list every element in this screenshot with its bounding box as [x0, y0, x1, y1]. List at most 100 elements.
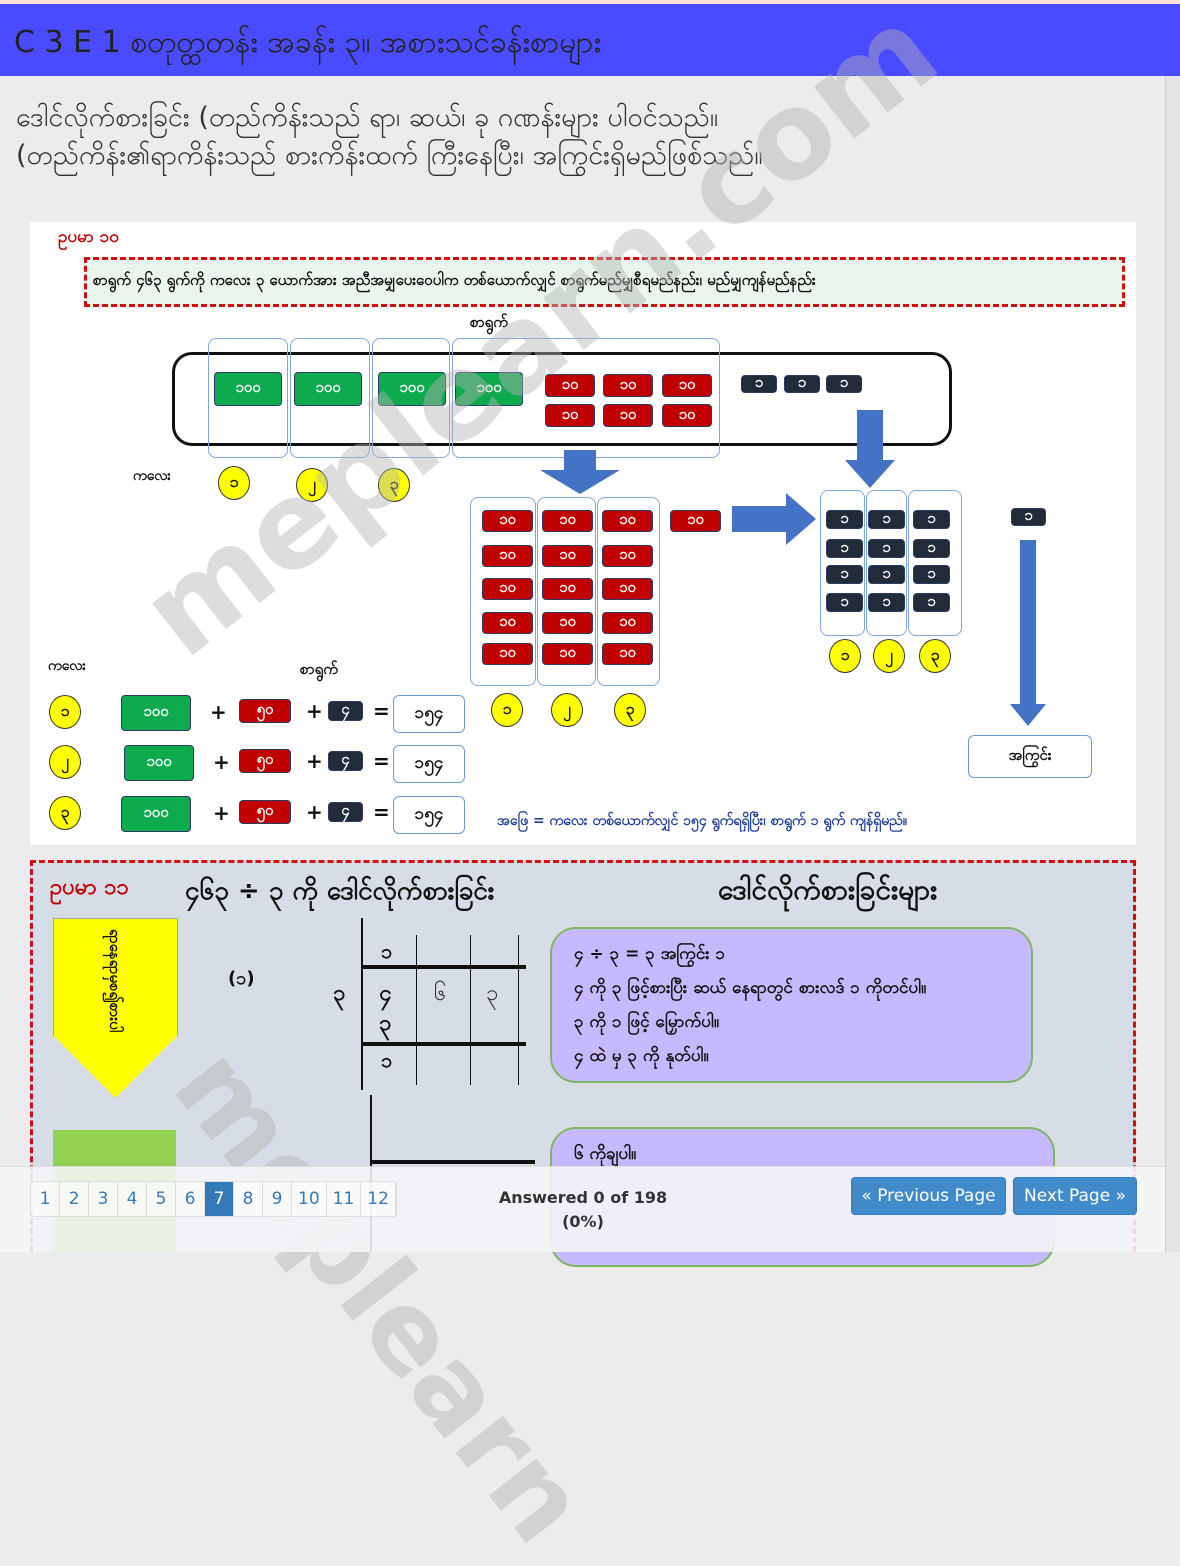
dividend-digit: ၆ [434, 981, 447, 1006]
hundred-tile: ၁၀၀ [214, 372, 282, 406]
ten-tile: ၁၀ [602, 578, 653, 600]
remainder-one-tile: ၁ [1011, 506, 1046, 526]
ten-tile: ၁၀ [482, 510, 533, 532]
progress-status: Answered 0 of 198 (0%) [480, 1186, 686, 1234]
child-circle: ၂ [49, 745, 81, 779]
hundred-tile: ၁၀၀ [121, 796, 191, 832]
page-12-link[interactable]: 12 [361, 1182, 396, 1216]
children-label: ကလေး [133, 468, 171, 484]
child-circle: ၂ [551, 693, 583, 727]
step-number: (၁) [228, 968, 255, 989]
example-10-label: ဥပမာ ၁၀ [58, 227, 119, 247]
ten-tile: ၁၀ [482, 612, 533, 634]
page-5-link[interactable]: 5 [147, 1182, 176, 1216]
ten-tile: ၁၀ [662, 404, 712, 427]
arrow-down-icon [564, 450, 596, 470]
division-bar [370, 1160, 535, 1164]
one-tile: ၁ [868, 564, 905, 584]
paper-label-2: စာရွက် [300, 660, 338, 678]
header-bar: C 3 E 1 စတုတ္ထတန်း အခန်း ၃။ အစားသင်ခန်းစ… [0, 4, 1180, 76]
fifty-tile: ၅၀ [239, 800, 291, 824]
ten-tile: ၁၀ [482, 545, 533, 567]
dividend-digit: ၄ [379, 981, 392, 1006]
scrollbar[interactable] [1165, 76, 1180, 1252]
step-1-explanation: ၄ ÷ ၃ = ၃ အကြွင်း ၁ ၄ ကို ၃ ဖြင့်စားပြီး… [550, 927, 1033, 1083]
quotient-digit: ၁ [381, 939, 393, 963]
child-circle: ၃ [614, 693, 646, 727]
page-8-link[interactable]: 8 [234, 1182, 263, 1216]
ten-tile: ၁၀ [542, 578, 593, 600]
arrow-right-icon [732, 506, 788, 532]
sum-box: ၁၅၄ [393, 695, 465, 733]
ten-tile: ၁၀ [603, 374, 653, 397]
arrow-down-icon [857, 410, 883, 462]
page-7-link[interactable]: 7 [205, 1182, 234, 1216]
one-tile: ၁ [741, 373, 777, 393]
one-tile: ၁ [868, 592, 905, 612]
one-tile: ၁ [826, 592, 863, 612]
ten-tile: ၁၀ [603, 404, 653, 427]
children-label-2: ကလေး [48, 658, 86, 674]
ten-tile: ၁၀ [602, 545, 653, 567]
one-tile: ၁ [826, 373, 862, 393]
grid-line [518, 935, 519, 1085]
one-tile: ၁ [913, 564, 950, 584]
ten-tile: ၁၀ [602, 643, 653, 665]
grid-line [361, 918, 363, 1090]
page-3-link[interactable]: 3 [89, 1182, 118, 1216]
ten-tile: ၁၀ [662, 374, 712, 397]
remainder-box: အကြွင်း [968, 735, 1092, 778]
divisor: ၃ [333, 981, 346, 1006]
arrow-down-head [845, 460, 895, 488]
page-2-link[interactable]: 2 [60, 1182, 89, 1216]
arrow-down-icon [1020, 540, 1036, 705]
child-circle: ၃ [919, 639, 951, 673]
plus-sign: + [306, 749, 323, 773]
page-10-link[interactable]: 10 [292, 1182, 327, 1216]
one-tile: ၁ [826, 564, 863, 584]
page-4-link[interactable]: 4 [118, 1182, 147, 1216]
four-tile: ၄ [328, 750, 363, 771]
arrow-down-head [540, 470, 620, 494]
child-circle: ၂ [873, 639, 905, 673]
step-line: ၄ ကို ၃ ဖြင့်စားပြီး ဆယ် နေရာတွင် စားလဒ်… [574, 978, 927, 998]
pagination: 1 2 3 4 5 6 7 8 9 10 11 12 [30, 1181, 397, 1217]
ten-tile: ၁၀ [482, 578, 533, 600]
next-page-button[interactable]: Next Page » [1013, 1177, 1137, 1215]
subtraction-bar [361, 1042, 526, 1046]
ten-tile: ၁၀ [602, 510, 653, 532]
step-line: ၄ ÷ ၃ = ၃ အကြွင်း ၁ [574, 944, 726, 964]
hundred-tile: ၁၀၀ [121, 695, 191, 731]
arrow-down-head [1010, 704, 1046, 726]
page-1-link[interactable]: 1 [31, 1182, 60, 1216]
ten-tile: ၁၀ [542, 510, 593, 532]
equals-sign: = [373, 800, 390, 824]
ten-tile: ၁၀ [482, 643, 533, 665]
page-6-link[interactable]: 6 [176, 1182, 205, 1216]
sum-box: ၁၅၄ [393, 745, 465, 783]
child-circle: ၁ [491, 693, 523, 727]
dividend-digit: ၃ [486, 981, 499, 1006]
step-line: ၄ ထဲ မှ ၃ ကို နုတ်ပါ။ [574, 1046, 709, 1066]
equals-sign: = [373, 749, 390, 773]
ten-tile: ၁၀ [542, 545, 593, 567]
four-tile: ၄ [328, 700, 363, 721]
one-tile: ၁ [868, 509, 905, 529]
plus-sign: + [210, 700, 227, 724]
page-9-link[interactable]: 9 [263, 1182, 292, 1216]
ten-tile: ၁၀ [542, 612, 593, 634]
previous-page-button[interactable]: « Previous Page [851, 1177, 1006, 1215]
steps-title: ဒေါင်လိုက်စားခြင်းများ [718, 873, 938, 906]
example-11-label: ဥပမာ ၁၁ [50, 875, 129, 900]
page-title: C 3 E 1 စတုတ္ထတန်း အခန်း ၃။ အစားသင်ခန်းစ… [14, 25, 602, 60]
fifty-tile: ၅၀ [239, 699, 291, 723]
four-tile: ၄ [328, 801, 363, 822]
intro-line-1: ဒေါင်လိုက်စားခြင်း (တည်ကိန်းသည် ရာ၊ ဆယ်၊… [16, 102, 718, 133]
one-tile: ၁ [868, 538, 905, 558]
fifty-tile: ၅၀ [239, 749, 291, 773]
page-11-link[interactable]: 11 [327, 1182, 362, 1216]
plus-sign: + [213, 801, 230, 825]
child-circle: ၁ [829, 639, 861, 673]
one-tile: ၁ [826, 509, 863, 529]
sum-box: ၁၅၄ [393, 796, 465, 834]
